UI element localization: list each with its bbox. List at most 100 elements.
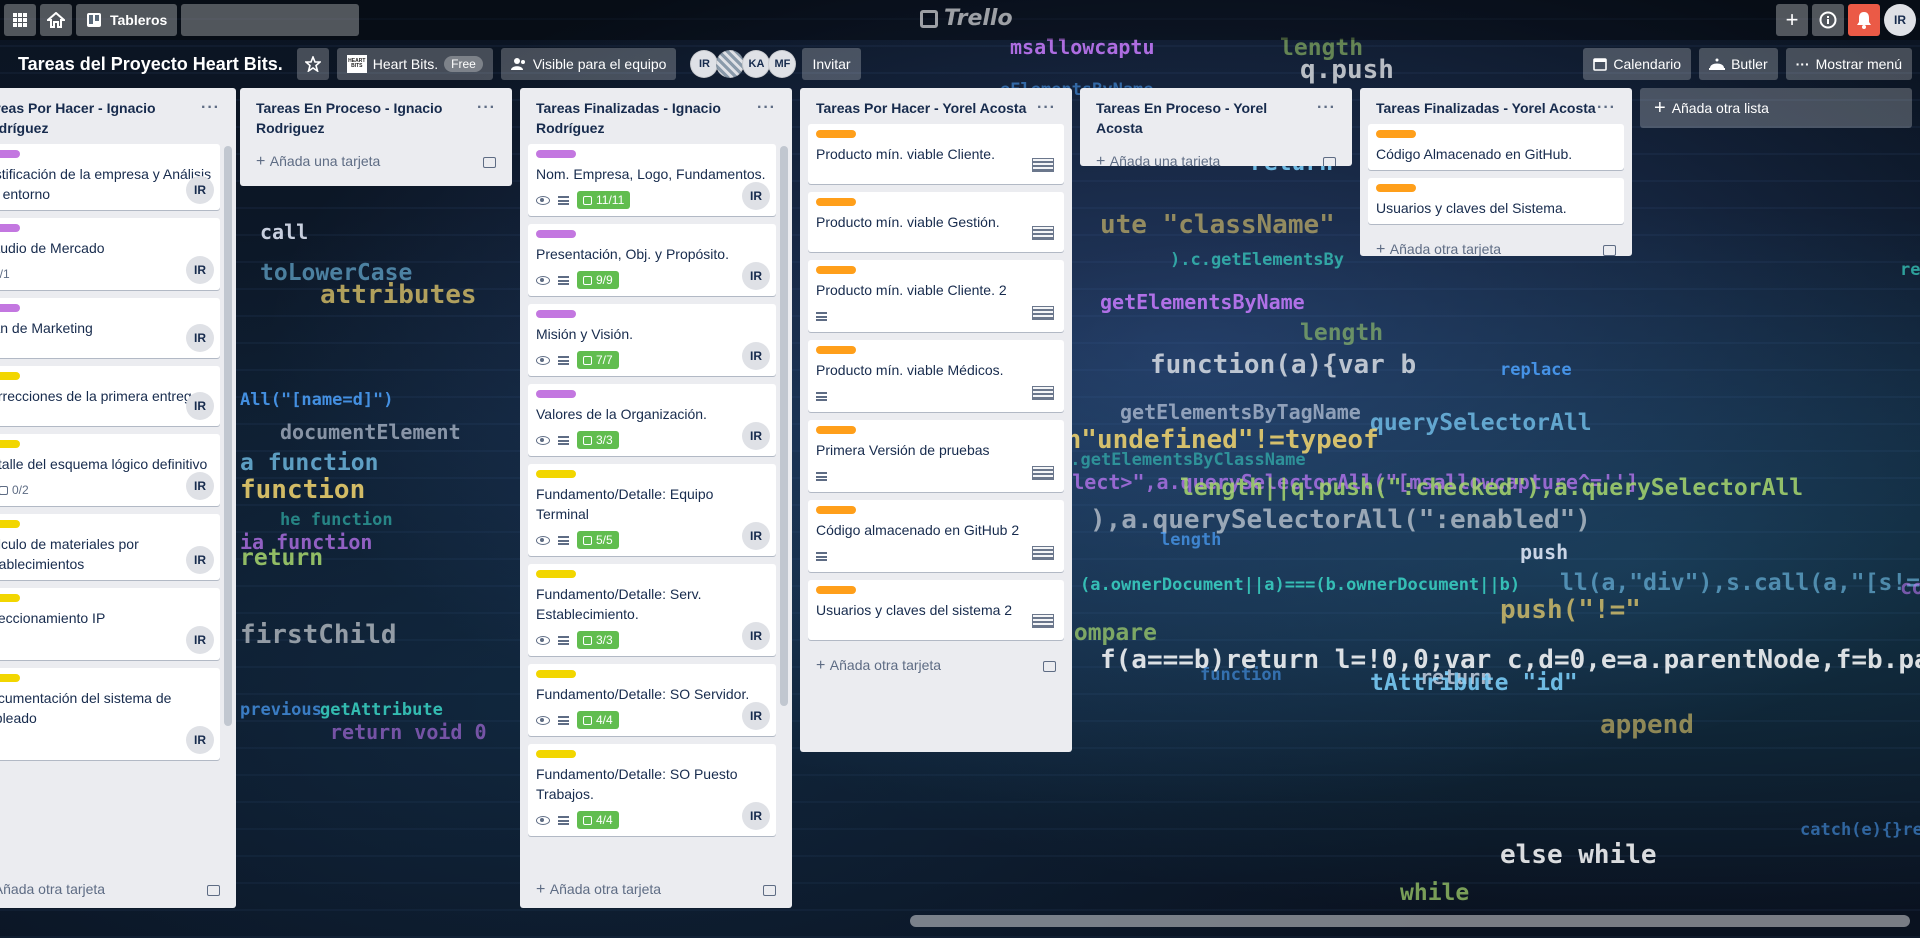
card[interactable]: Código almacenado en GitHub 2	[808, 500, 1064, 572]
card[interactable]: Usuarios y claves del Sistema.	[1368, 178, 1624, 224]
board-title[interactable]: Tareas del Proyecto Heart Bits.	[18, 54, 283, 75]
add-card-button[interactable]: + Añada otra tarjeta	[0, 872, 228, 908]
card-member-avatar[interactable]: IR	[186, 256, 214, 284]
search-box[interactable]	[166, 4, 360, 36]
card-label[interactable]	[816, 586, 856, 594]
card[interactable]: Nom. Empresa, Logo, Fundamentos. 11/11 IR	[528, 144, 776, 216]
add-card-button[interactable]: + Añada otra tarjeta	[528, 872, 784, 908]
card[interactable]: Producto mín. viable Cliente.	[808, 124, 1064, 184]
list-scrollbar[interactable]	[224, 146, 232, 726]
card[interactable]: Primera Versión de pruebas	[808, 420, 1064, 492]
card-member-avatar[interactable]: IR	[742, 342, 770, 370]
card[interactable]: Código Almacenado en GitHub.	[1368, 124, 1624, 170]
card[interactable]: Producto mín. viable Cliente. 2	[808, 260, 1064, 332]
card-label[interactable]	[536, 390, 576, 398]
card[interactable]: Correcciones de la primera entrega. IR	[0, 366, 220, 426]
card-label[interactable]	[536, 670, 576, 678]
list-title[interactable]: Tareas Finalizadas - Ignacio Rodríguez	[536, 98, 757, 138]
list-menu-icon[interactable]: ···	[757, 98, 776, 138]
card-label[interactable]	[536, 570, 576, 578]
search-input[interactable]	[166, 12, 352, 28]
card-label[interactable]	[536, 750, 576, 758]
card[interactable]: Usuarios y claves del sistema 2	[808, 580, 1064, 640]
card[interactable]: Fundamento/Detalle: Serv. Establecimient…	[528, 564, 776, 656]
info-button[interactable]	[1812, 4, 1844, 36]
card-label[interactable]	[816, 346, 856, 354]
card-label[interactable]	[816, 130, 856, 138]
card-label[interactable]	[816, 198, 856, 206]
card-member-avatar[interactable]: IR	[742, 262, 770, 290]
add-card-button[interactable]: + Añada otra tarjeta	[808, 648, 1064, 684]
card[interactable]: Producto mín. viable Médicos.	[808, 340, 1064, 412]
card[interactable]: Fundamento/Detalle: SO Puesto Trabajos. 4…	[528, 744, 776, 836]
star-button[interactable]	[296, 48, 329, 80]
card-label[interactable]	[0, 520, 20, 528]
card-template-icon[interactable]	[763, 884, 776, 896]
card-member-avatar[interactable]: IR	[186, 626, 214, 654]
add-card-button[interactable]: + Añada una tarjeta	[248, 144, 504, 180]
notifications-button[interactable]	[1848, 4, 1880, 36]
list-menu-icon[interactable]: ···	[1037, 98, 1056, 118]
list-title[interactable]: Tareas Por Hacer - Yorel Acosta	[816, 98, 1026, 118]
user-avatar[interactable]: IR	[1884, 4, 1916, 36]
card-template-icon[interactable]	[1603, 244, 1616, 256]
card[interactable]: Justificación de la empresa y Análisis d…	[0, 144, 220, 210]
visibility-button[interactable]: Visible para el equipo	[500, 48, 677, 80]
apps-grid-icon[interactable]	[4, 4, 36, 36]
member-avatar-ir[interactable]: IR	[690, 50, 719, 78]
list-title[interactable]: Tareas Finalizadas - Yorel Acosta	[1376, 98, 1596, 118]
card-label[interactable]	[536, 470, 576, 478]
card[interactable]: Fundamento/Detalle: SO Servidor. 4/4 IR	[528, 664, 776, 736]
card-template-icon[interactable]	[207, 884, 220, 896]
horizontal-scrollbar[interactable]	[910, 915, 1910, 927]
card-member-avatar[interactable]: IR	[186, 546, 214, 574]
card[interactable]: Plan de Marketing IR	[0, 298, 220, 358]
card-member-avatar[interactable]: IR	[186, 176, 214, 204]
card-label[interactable]	[536, 310, 576, 318]
card[interactable]: Cálculo de materiales por establecimient…	[0, 514, 220, 580]
add-card-button[interactable]: + Añada una tarjeta	[1088, 144, 1344, 166]
card-member-avatar[interactable]: IR	[742, 622, 770, 650]
card-label[interactable]	[0, 674, 20, 682]
member-avatar-ka[interactable]: KA	[742, 50, 771, 78]
card-member-avatar[interactable]: IR	[186, 324, 214, 352]
card-template-icon[interactable]	[1043, 660, 1056, 672]
list-title[interactable]: Tareas En Proceso - Ignacio Rodriguez	[256, 98, 477, 138]
trello-logo[interactable]: Trello	[920, 6, 1013, 31]
list-menu-icon[interactable]: ···	[1597, 98, 1616, 118]
card-label[interactable]	[0, 372, 20, 380]
card-label[interactable]	[816, 266, 856, 274]
show-menu-button[interactable]: ··· Mostrar menú	[1785, 48, 1912, 80]
add-card-button[interactable]: + Añada otra tarjeta	[1368, 232, 1624, 256]
create-button[interactable]: +	[1776, 4, 1808, 36]
card-label[interactable]	[0, 224, 20, 232]
card-label[interactable]	[1376, 184, 1416, 192]
card-label[interactable]	[536, 150, 576, 158]
card[interactable]: Fundamento/Detalle: Equipo Terminal 5/5 IR	[528, 464, 776, 556]
card-member-avatar[interactable]: IR	[186, 472, 214, 500]
card-member-avatar[interactable]: IR	[186, 726, 214, 754]
list-title[interactable]: Tareas En Proceso - Yorel Acosta	[1096, 98, 1317, 138]
team-button[interactable]: HEART BITS Heart Bits. Free	[336, 48, 493, 80]
card-member-avatar[interactable]: IR	[742, 182, 770, 210]
card-label[interactable]	[1376, 130, 1416, 138]
card-label[interactable]	[816, 506, 856, 514]
card-member-avatar[interactable]: IR	[186, 392, 214, 420]
list-menu-icon[interactable]: ···	[477, 98, 496, 138]
list-menu-icon[interactable]: ···	[1317, 98, 1336, 138]
invite-button[interactable]: Invitar	[802, 48, 861, 80]
card[interactable]: Valores de la Organización. 3/3 IR	[528, 384, 776, 456]
home-button[interactable]	[40, 4, 72, 36]
boards-button[interactable]: Tableros	[76, 4, 178, 36]
card-label[interactable]	[0, 594, 20, 602]
card-member-avatar[interactable]: IR	[742, 702, 770, 730]
card[interactable]: Estudio de Mercado 0/1 IR	[0, 218, 220, 290]
card[interactable]: Direccionamiento IP IR	[0, 588, 220, 660]
calendar-button[interactable]: Calendario	[1583, 48, 1692, 80]
card[interactable]: Misión y Visión. 7/7 IR	[528, 304, 776, 376]
card-template-icon[interactable]	[483, 156, 496, 168]
card[interactable]: Documentación del sistema de cableado IR	[0, 668, 220, 760]
card-label[interactable]	[0, 440, 20, 448]
list-scrollbar[interactable]	[780, 146, 788, 706]
card[interactable]: Producto mín. viable Gestión.	[808, 192, 1064, 252]
